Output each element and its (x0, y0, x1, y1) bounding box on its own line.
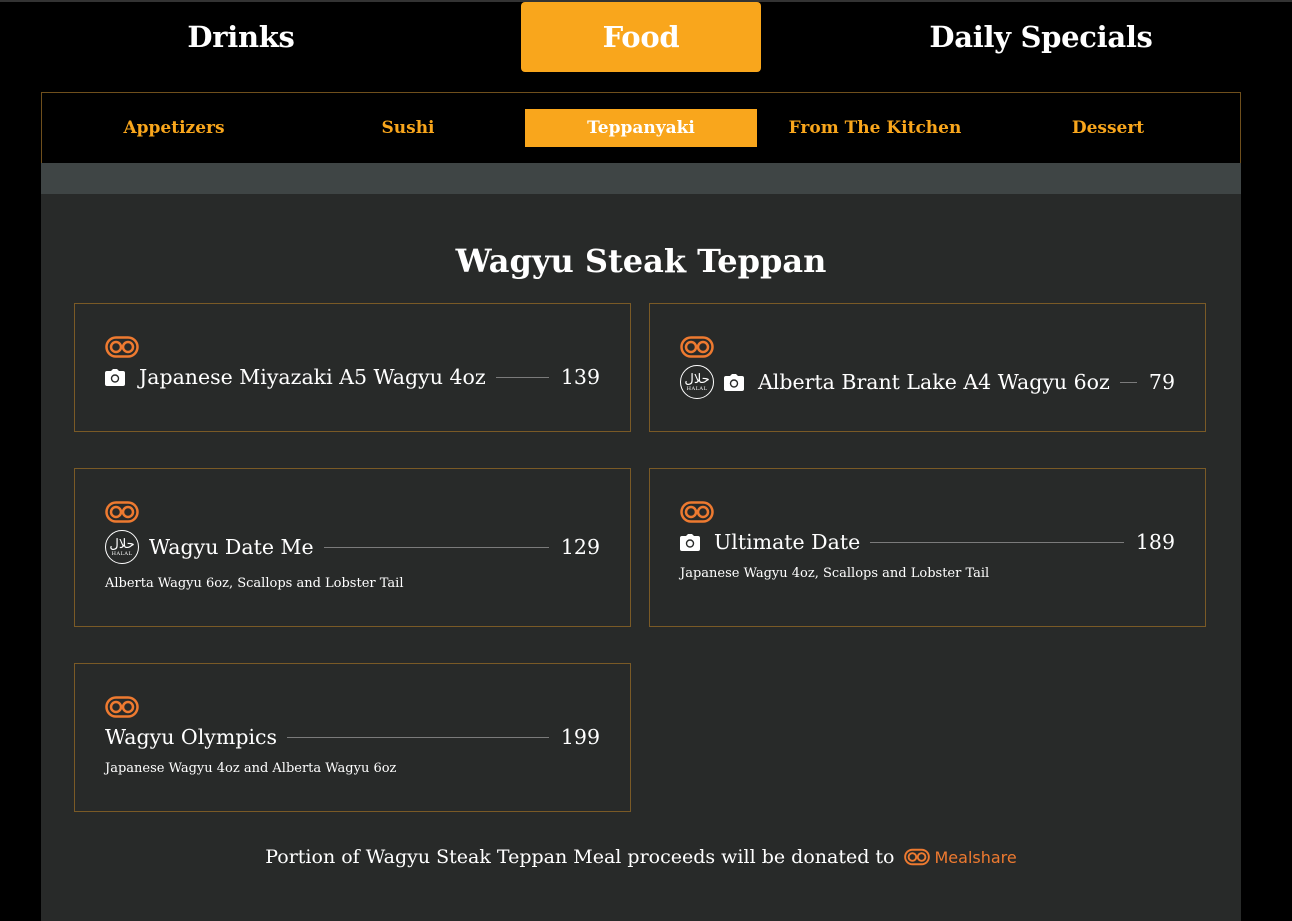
section-title: Wagyu Steak Teppan (455, 242, 827, 280)
camera-icon[interactable] (105, 368, 125, 386)
subtab-from-the-kitchen[interactable]: From The Kitchen (759, 109, 991, 147)
mealshare-icon (680, 501, 714, 523)
mealshare-icon (904, 848, 931, 866)
mealshare-icon (680, 336, 714, 358)
mealshare-logo[interactable]: Mealshare (904, 847, 1017, 867)
item-description: Japanese Wagyu 4oz and Alberta Wagyu 6oz (105, 761, 397, 776)
item-price: 129 (560, 535, 600, 559)
banner-strip (41, 163, 1241, 194)
camera-icon[interactable] (680, 533, 700, 551)
halal-badge-icon: حلال HALAL (105, 530, 139, 564)
item-name: Wagyu Date Me (149, 535, 314, 559)
item-description: Alberta Wagyu 6oz, Scallops and Lobster … (105, 576, 404, 591)
price-leader-line (287, 736, 549, 738)
menu-item-card: حلال HALAL Alberta Brant Lake A4 Wagyu 6… (649, 303, 1206, 432)
menu-item-row: Wagyu Olympics 199 (105, 720, 600, 754)
item-name: Alberta Brant Lake A4 Wagyu 6oz (758, 370, 1110, 394)
menu-item-card: حلال HALAL Wagyu Date Me 129 Alberta Wag… (74, 468, 631, 627)
mealshare-icon (105, 696, 139, 718)
mealshare-donation-note: Portion of Wagyu Steak Teppan Meal proce… (41, 846, 1241, 868)
tab-daily-specials[interactable]: Daily Specials (921, 2, 1161, 72)
menu-item-row: حلال HALAL Alberta Brant Lake A4 Wagyu 6… (680, 365, 1175, 399)
halal-text: HALAL (111, 550, 133, 557)
menu-content: Wagyu Steak Teppan Japanese Miyazaki A5 … (41, 194, 1241, 921)
camera-icon[interactable] (724, 373, 744, 391)
menu-item-card: Ultimate Date 189 Japanese Wagyu 4oz, Sc… (649, 468, 1206, 627)
subtab-teppanyaki[interactable]: Teppanyaki (525, 109, 757, 147)
subtab-sushi[interactable]: Sushi (292, 109, 524, 147)
menu-item-row: Ultimate Date 189 (680, 525, 1175, 559)
tab-drinks[interactable]: Drinks (121, 2, 361, 72)
item-price: 79 (1148, 370, 1175, 394)
item-description: Japanese Wagyu 4oz, Scallops and Lobster… (680, 566, 990, 581)
menu-item-card: Japanese Miyazaki A5 Wagyu 4oz 139 (74, 303, 631, 432)
mealshare-logo-text: Mealshare (934, 847, 1017, 867)
item-name: Wagyu Olympics (105, 725, 277, 749)
item-name: Japanese Miyazaki A5 Wagyu 4oz (139, 365, 486, 389)
subtab-dessert[interactable]: Dessert (992, 109, 1224, 147)
menu-item-row: Japanese Miyazaki A5 Wagyu 4oz 139 (105, 360, 600, 394)
mealshare-icon (105, 501, 139, 523)
menu-item-row: حلال HALAL Wagyu Date Me 129 (105, 530, 600, 564)
price-leader-line (870, 541, 1124, 543)
tab-food[interactable]: Food (521, 2, 761, 72)
item-price: 189 (1135, 530, 1175, 554)
price-leader-line (1119, 381, 1137, 383)
food-category-nav: Appetizers Sushi Teppanyaki From The Kit… (41, 92, 1241, 164)
halal-text: HALAL (686, 385, 708, 392)
halal-badge-icon: حلال HALAL (680, 365, 714, 399)
subtab-appetizers[interactable]: Appetizers (58, 109, 290, 147)
price-leader-line (495, 376, 549, 378)
mealshare-icon (105, 336, 139, 358)
halal-arabic-text: حلال (109, 536, 135, 552)
price-leader-line (323, 546, 549, 548)
item-price: 199 (560, 725, 600, 749)
item-price: 139 (560, 365, 600, 389)
menu-item-card: Wagyu Olympics 199 Japanese Wagyu 4oz an… (74, 663, 631, 812)
halal-arabic-text: حلال (684, 371, 710, 387)
item-name: Ultimate Date (714, 530, 861, 554)
donation-text: Portion of Wagyu Steak Teppan Meal proce… (265, 846, 895, 868)
